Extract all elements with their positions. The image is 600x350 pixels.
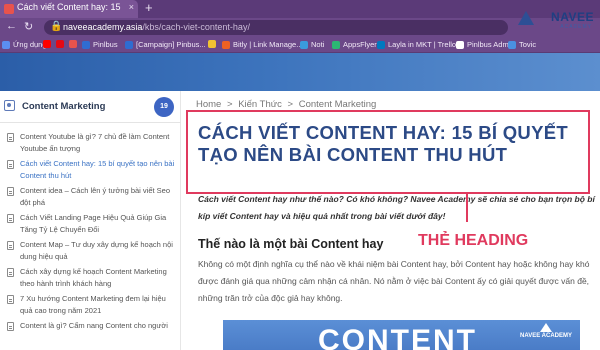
banner-logo-text: NAVEE ACADEMY [519, 333, 572, 339]
sidebar-item-label: Cách Viết Landing Page Hiệu Quả Giúp Gia… [20, 213, 167, 234]
bookmark-label: Layla in MKT | Trello [388, 40, 457, 49]
youtube-icon [43, 40, 51, 48]
sidebar-header[interactable]: Content Marketing 19 [0, 91, 181, 123]
section-paragraph: Không có một định nghĩa cụ thể nào về kh… [198, 259, 590, 303]
article-title: CÁCH VIẾT CONTENT HAY: 15 BÍ QUYẾT TẠO N… [198, 122, 568, 165]
appsflyer-icon [332, 40, 340, 49]
sidebar-count-badge: 19 [154, 97, 174, 117]
folder-icon [208, 40, 216, 48]
url-text: naveeacademy.asia/kbs/cach-viet-content-… [63, 22, 250, 32]
brand-sub: ACADEMY [560, 24, 592, 30]
sidebar-item-label: 7 Xu hướng Content Marketing đem lại hiệ… [20, 294, 166, 315]
bookmark-app[interactable] [69, 40, 80, 48]
sidebar-item-label: Content Youtube là gì? 7 chủ đề làm Cont… [20, 132, 170, 153]
bookmark-pinlbus-admin[interactable]: Pinlbus Admin [456, 40, 515, 49]
sidebar-item-label: Cách viết Content hay: 15 bí quyết tạo n… [20, 159, 175, 180]
bookmark-netflix[interactable] [56, 40, 67, 48]
brand-triangle-icon [539, 323, 552, 332]
browser-tab[interactable]: Cách viết Content hay: 15 bí quyế × [0, 0, 138, 18]
sidebar-item-label: Cách xây dựng kế hoạch Content Marketing… [20, 267, 167, 288]
sidebar: Content Marketing 19 Content Youtube là … [0, 91, 181, 350]
bitly-icon [222, 40, 230, 49]
pinlbus-admin-icon [456, 40, 464, 49]
pinlbus-icon [82, 40, 90, 49]
banner-text: CONTENT [318, 324, 477, 350]
sidebar-title: Content Marketing [22, 101, 106, 112]
bookmark-label: Bitly | Link Manage... [233, 40, 303, 49]
bookmark-label: AppsFlyer [343, 40, 377, 49]
content-banner-image: CONTENT NAVEE ACADEMY [223, 320, 580, 350]
close-tab-icon[interactable]: × [129, 2, 134, 12]
brand-name: NAVEE [551, 10, 594, 24]
url-domain: naveeacademy.asia [63, 22, 143, 32]
pinlbus-icon [125, 40, 133, 49]
bookmark-trello[interactable]: Layla in MKT | Trello [377, 40, 456, 49]
bookmark-folder[interactable] [208, 40, 219, 48]
sidebar-item-label: Content là gì? Cẩm nang Content cho ngườ… [20, 321, 168, 330]
document-icon [7, 295, 14, 304]
brand-triangle-icon [518, 11, 534, 25]
breadcrumb: Home > Kiến Thức > Content Marketing [196, 99, 379, 110]
bookmark-label: Tovic [519, 40, 537, 49]
heading-annotation-label: THẺ HEADING [418, 232, 529, 249]
netflix-icon [56, 40, 64, 48]
bookmark-label: [Campaign] Pinbus... [136, 40, 206, 49]
reload-icon[interactable]: ↻ [24, 20, 33, 33]
browser-toolbar: ← ↻ 🔒 naveeacademy.asia/kbs/cach-viet-co… [0, 18, 600, 37]
banner-logo: NAVEE ACADEMY [520, 323, 572, 340]
breadcrumb-kien-thuc[interactable]: Kiến Thức [238, 99, 282, 110]
back-icon[interactable]: ← [6, 20, 17, 32]
section-heading: Thế nào là một bài Content hay [198, 237, 384, 251]
bookmark-pinlbus[interactable]: Pinlbus [82, 40, 118, 49]
app-icon [69, 40, 77, 48]
bookmark-label: Pinlbus [93, 40, 118, 49]
document-icon [7, 241, 14, 250]
bookmark-appsflyer[interactable]: AppsFlyer [332, 40, 377, 49]
bookmark-noti[interactable]: Noti [300, 40, 324, 49]
breadcrumb-separator: > [287, 99, 294, 110]
breadcrumb-home[interactable]: Home [196, 99, 221, 110]
bookmark-apps[interactable]: Ứng dụng [2, 40, 47, 49]
breadcrumb-content-marketing[interactable]: Content Marketing [299, 99, 377, 110]
trello-icon [377, 40, 385, 49]
sidebar-item-label: Content Map – Tư duy xây dựng kế hoạch n… [20, 240, 173, 261]
bookmark-campaign[interactable]: [Campaign] Pinbus... [125, 40, 206, 49]
tab-title: Cách viết Content hay: 15 bí quyế [17, 2, 122, 12]
tovic-icon [508, 40, 516, 49]
document-icon [7, 268, 14, 277]
site-header-strip [0, 53, 600, 91]
title-highlight-box: CÁCH VIẾT CONTENT HAY: 15 BÍ QUYẾT TẠO N… [186, 110, 590, 194]
bookmark-tovic[interactable]: Tovic [508, 40, 536, 49]
bookmark-youtube[interactable] [43, 40, 54, 48]
address-bar[interactable]: 🔒 naveeacademy.asia/kbs/cach-viet-conten… [44, 20, 508, 35]
apps-icon [2, 40, 10, 49]
bookmarks-bar: Ứng dụng Pinlbus [Campaign] Pinbus... Bi… [0, 37, 600, 53]
noti-icon [300, 40, 308, 49]
browser-tab-bar: Cách viết Content hay: 15 bí quyế × + [0, 0, 600, 18]
sidebar-item-label: Content idea – Cách lên ý tưởng bài viết… [20, 186, 171, 207]
document-icon [7, 187, 14, 196]
new-tab-icon[interactable]: + [145, 1, 153, 15]
site-favicon-icon [4, 4, 14, 14]
bookmark-label: Ứng dụng [13, 40, 47, 49]
bookmark-label: Noti [311, 40, 325, 49]
document-icon [7, 322, 14, 331]
document-icon [7, 160, 14, 169]
brand-logo: NAVEE ACADEMY [514, 3, 600, 37]
lock-icon: 🔒 [50, 21, 63, 32]
category-icon [4, 100, 15, 111]
bookmark-bitly[interactable]: Bitly | Link Manage... [222, 40, 302, 49]
document-icon [7, 133, 14, 142]
annotation-line [466, 194, 468, 222]
article-intro: Cách viết Content hay như thế nào? Có kh… [198, 194, 595, 221]
url-path: /kbs/cach-viet-content-hay/ [142, 22, 250, 32]
document-icon [7, 214, 14, 223]
breadcrumb-separator: > [226, 99, 233, 110]
